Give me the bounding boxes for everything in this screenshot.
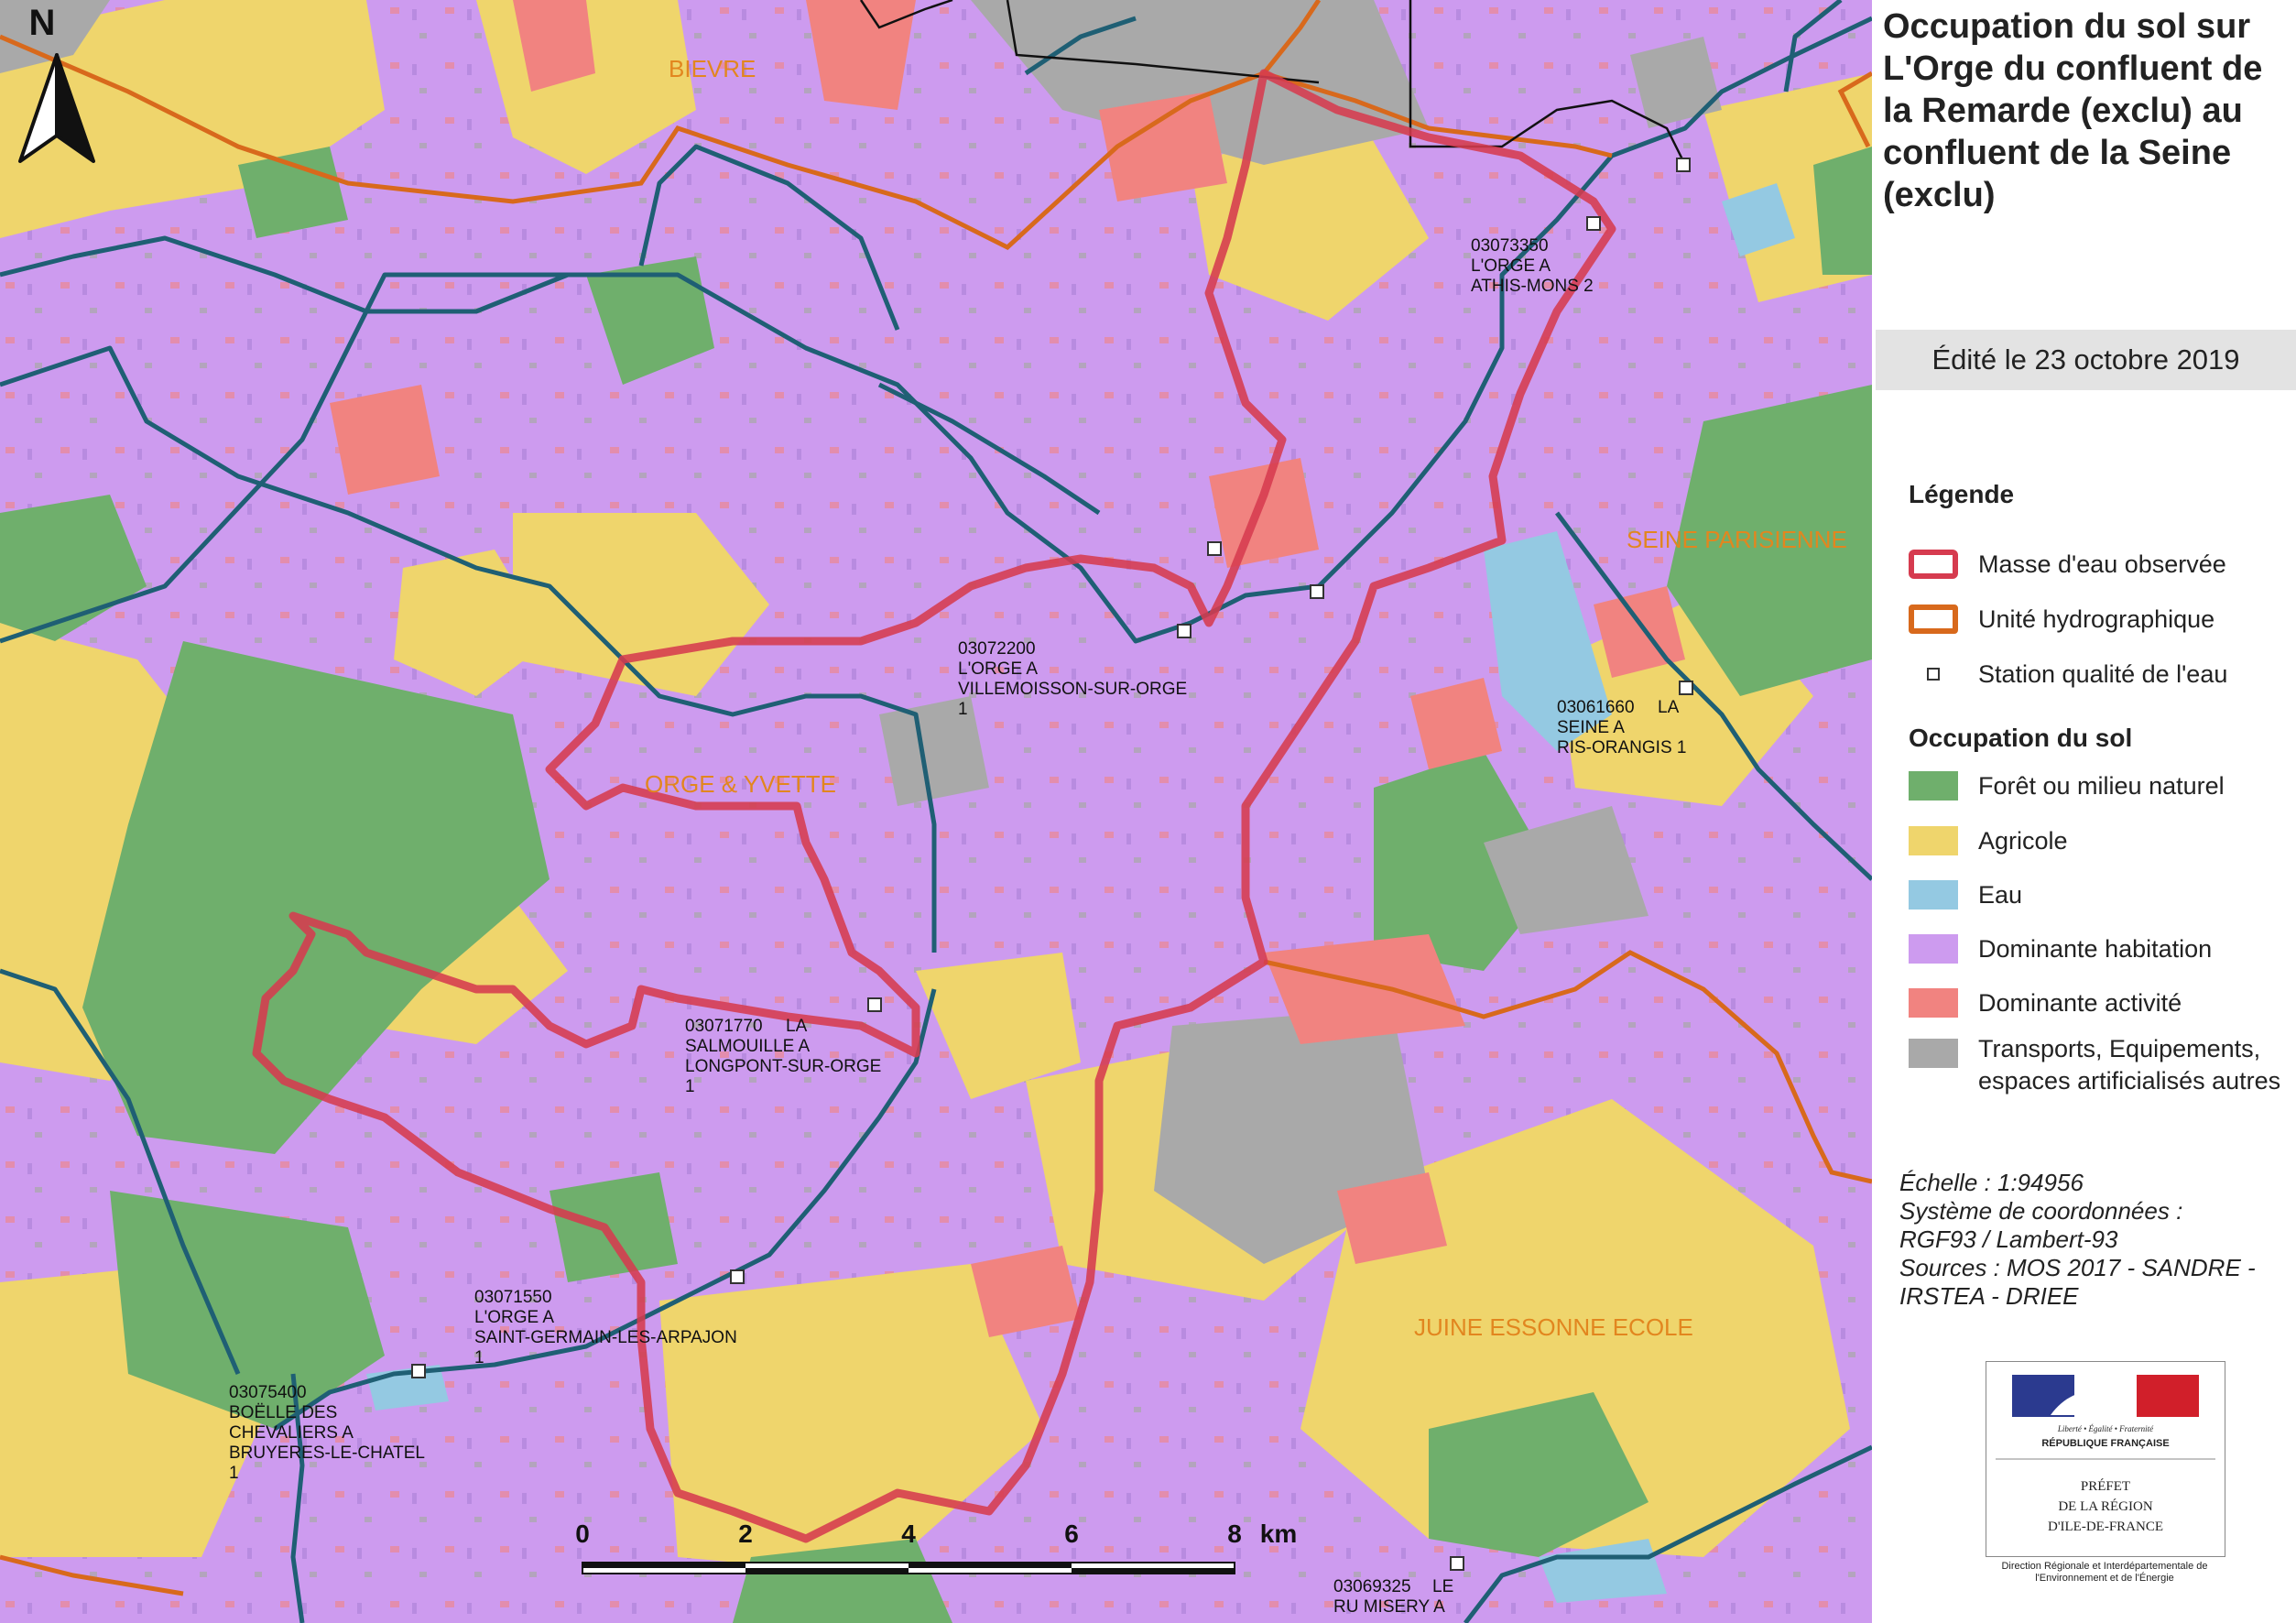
forest-swatch [1909,771,1958,801]
station-label-line: L'ORGE A [958,659,1038,679]
activity-swatch [1909,988,1958,1018]
zone-label: SEINE PARISIENNE [1627,526,1847,553]
station-label-line: 1 [229,1464,239,1483]
map-title: Occupation du sol sur L'Orge du confluen… [1883,7,2263,214]
legend-title: Légende [1909,480,2015,508]
station-label-line: SAINT-GERMAIN-LES-ARPAJON [474,1328,737,1347]
station-marker[interactable] [1676,158,1691,172]
legend-item-station: Station qualité de l'eau [1909,656,2227,692]
station-marker[interactable] [1310,584,1324,599]
legend-label: Agricole [1978,826,2068,855]
north-label: N [29,3,56,43]
station-code: 03071770 [685,1017,763,1036]
housing-swatch [1909,934,1958,964]
logo-prefet: PRÉFET [2081,1478,2130,1494]
station-code: 03075400 [229,1383,307,1402]
logo-prefet: DE LA RÉGION [2058,1498,2152,1514]
legend-item-housing: Dominante habitation [1909,931,2212,967]
station-code: 03061660 [1557,698,1635,717]
legend-label: Unité hydrographique [1978,605,2215,633]
sources-text: Sources : MOS 2017 - SANDRE - [1899,1254,2256,1281]
hydro-unit-swatch [1909,605,1958,634]
logo-republic: RÉPUBLIQUE FRANÇAISE [2041,1437,2169,1449]
station-label-line: LONGPONT-SUR-ORGE [685,1057,881,1076]
scale-tick-label: 4 [901,1520,916,1548]
station-code-suffix: LE [1432,1577,1453,1596]
legend-item-water-body: Masse d'eau observée [1909,546,2226,583]
legend-label: Masse d'eau observée [1978,550,2226,578]
zone-label: BIEVRE [669,55,756,82]
legend-item-agricultural: Agricole [1909,822,2068,859]
station-label: 03069325 LE RU MISERY A [1333,1577,1459,1617]
station-label-line: RU MISERY A [1333,1597,1445,1617]
agricultural-swatch [1909,826,1958,855]
station-label-line: VILLEMOISSON-SUR-ORGE [958,680,1187,699]
legend-label: Transports, Equipements, espaces artific… [1978,1035,2281,1095]
scale-tick-label: 8 [1227,1520,1242,1548]
station-label-line: BRUYERES-LE-CHATEL [229,1443,424,1463]
station-marker[interactable] [867,997,882,1012]
sources-text-cont: IRSTEA - DRIEE [1899,1282,2079,1310]
station-label-line: BOËLLE DES [229,1403,337,1422]
legend-panel: Occupation du sol sur L'Orge du confluen… [1876,0,2296,1623]
station-marker[interactable] [1586,216,1601,231]
legend-label: Station qualité de l'eau [1978,659,2228,688]
scale-tick-label: 0 [575,1520,590,1548]
zone-label: ORGE & YVETTE [645,770,836,798]
prefecture-logo: Liberté • Égalité • Fraternité RÉPUBLIQU… [1986,1361,2225,1557]
legend-item-water: Eau [1909,877,2022,913]
station-marker[interactable] [1450,1556,1464,1571]
water-body-swatch [1909,550,1958,579]
scale-unit-label: km [1260,1520,1297,1548]
station-code: 03073350 [1471,236,1549,256]
station-label-line: RIS-ORANGIS 1 [1557,738,1686,757]
water-swatch [1909,880,1958,910]
logo-caption: Direction Régionale et Interdépartementa… [2001,1561,2208,1584]
landuse-title: Occupation du sol [1909,724,2133,752]
station-marker[interactable] [1679,681,1693,695]
legend-item-forest: Forêt ou milieu naturel [1909,768,2225,804]
station-marker[interactable] [1177,624,1192,638]
legend-item-activity: Dominante activité [1909,985,2182,1021]
legend-label: Forêt ou milieu naturel [1978,771,2225,800]
station-marker[interactable] [411,1364,426,1378]
logo-motto: Liberté • Égalité • Fraternité [2057,1424,2154,1433]
station-code: 03072200 [958,639,1036,659]
crs-text: Système de coordonnées : [1899,1197,2183,1225]
station-marker[interactable] [1207,541,1222,556]
station-label-line: 1 [958,700,968,719]
station-code: 03071550 [474,1288,552,1307]
scale-text: Échelle : 1:94956 [1899,1169,2084,1196]
station-label-line: ATHIS-MONS 2 [1471,277,1594,296]
station-label-line: SALMOUILLE A [685,1037,811,1056]
station-code-suffix: LA [1658,698,1680,717]
station-swatch [1909,659,1958,689]
scale-tick-label: 2 [738,1520,753,1548]
logo-prefet: D'ILE-DE-FRANCE [2048,1520,2163,1534]
station-label-line: 1 [474,1348,484,1367]
station-label-line: L'ORGE A [474,1308,554,1327]
legend-label: Eau [1978,880,2023,909]
crs-value: RGF93 / Lambert-93 [1899,1225,2118,1253]
zone-label: JUINE ESSONNE ECOLE [1414,1313,1693,1341]
station-code-suffix: LA [786,1017,808,1036]
station-label-line: CHEVALIERS A [229,1423,354,1443]
transport-swatch [1909,1039,1958,1068]
legend-item-hydro-unit: Unité hydrographique [1909,601,2214,637]
station-label-line: L'ORGE A [1471,256,1551,276]
map-metadata: Échelle : 1:94956 Système de coordonnées… [1899,1169,2256,1311]
edit-date: Édité le 23 octobre 2019 [1876,330,2296,390]
legend-label: Dominante habitation [1978,934,2213,963]
land-use-map: BIEVRE ORGE & YVETTE SEINE PARISIENNE JU… [0,0,1872,1623]
legend-item-transport: Transports, Equipements, espaces artific… [1909,1033,2296,1130]
scale-tick-label: 6 [1064,1520,1079,1548]
legend-label: Dominante activité [1978,988,2182,1017]
station-label-line: SEINE A [1557,718,1625,737]
station-label-line: 1 [685,1077,695,1096]
station-code: 03069325 [1333,1577,1411,1596]
station-marker[interactable] [730,1269,745,1284]
